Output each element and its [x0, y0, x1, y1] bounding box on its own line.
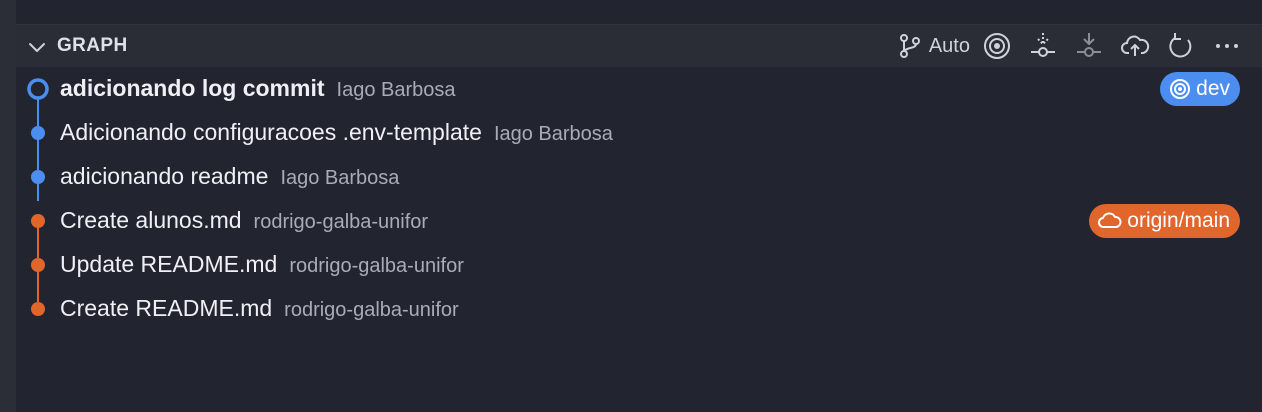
commit-author: rodrigo-galba-unifor — [284, 299, 459, 321]
commit-row[interactable]: Create alunos.md rodrigo-galba-unifor ori… — [16, 199, 1262, 243]
branch-icon — [899, 34, 920, 58]
commit-row[interactable]: Adicionando configuracoes .env-template I… — [16, 111, 1262, 155]
commit-row[interactable]: adicionando readme Iago Barbosa — [16, 155, 1262, 199]
commit-row[interactable]: Update README.md rodrigo-galba-unifor — [16, 243, 1262, 287]
commit-author: Iago Barbosa — [336, 79, 456, 101]
pull-button[interactable] — [1066, 30, 1112, 62]
auto-branch-button[interactable]: Auto — [887, 30, 974, 62]
commit-author: rodrigo-galba-unifor — [289, 255, 464, 277]
refresh-button[interactable] — [1158, 30, 1204, 62]
target-icon — [984, 33, 1010, 59]
cloud-icon — [1098, 212, 1122, 228]
commit-message: adicionando log commit — [60, 75, 325, 101]
activity-bar-edge — [0, 0, 16, 412]
commit-author: rodrigo-galba-unifor — [253, 211, 429, 233]
commit-message: Update README.md — [60, 251, 278, 277]
commit-message: Create alunos.md — [60, 207, 242, 233]
branch-badge-dev[interactable]: dev — [1160, 72, 1240, 106]
commit-list: adicionando log commit Iago Barbosa dev A… — [16, 67, 1262, 331]
target-icon — [1170, 79, 1191, 99]
push-button[interactable] — [1112, 30, 1158, 62]
pull-icon — [1077, 33, 1101, 57]
fetch-icon — [1031, 33, 1055, 57]
chevron-down-icon[interactable] — [26, 36, 48, 58]
commit-message: Create README.md — [60, 295, 273, 321]
target-button[interactable] — [974, 30, 1020, 62]
auto-label: Auto — [928, 34, 970, 57]
refresh-icon — [1169, 33, 1192, 58]
commit-author: Iago Barbosa — [280, 167, 400, 189]
commit-message: adicionando readme — [60, 163, 269, 189]
badge-label: dev — [1196, 77, 1230, 100]
commit-author: Iago Barbosa — [493, 123, 613, 145]
commit-row[interactable]: adicionando log commit Iago Barbosa dev — [16, 67, 1262, 111]
more-icon — [1216, 44, 1238, 48]
graph-toolbar: Auto — [887, 30, 1242, 62]
commit-message: Adicionando configuracoes .env-template — [60, 119, 482, 145]
commit-row[interactable]: Create README.md rodrigo-galba-unifor — [16, 287, 1262, 331]
section-divider — [16, 0, 1262, 25]
cloud-upload-icon — [1121, 35, 1150, 56]
branch-badge-origin-main[interactable]: origin/main — [1089, 204, 1240, 238]
more-actions-button[interactable] — [1204, 30, 1242, 62]
graph-panel: GRAPH Auto adicionando log commit Iago B… — [16, 25, 1262, 412]
fetch-button[interactable] — [1020, 30, 1066, 62]
graph-panel-header[interactable]: GRAPH Auto — [16, 25, 1262, 67]
panel-title: GRAPH — [57, 35, 128, 56]
badge-label: origin/main — [1127, 209, 1230, 232]
